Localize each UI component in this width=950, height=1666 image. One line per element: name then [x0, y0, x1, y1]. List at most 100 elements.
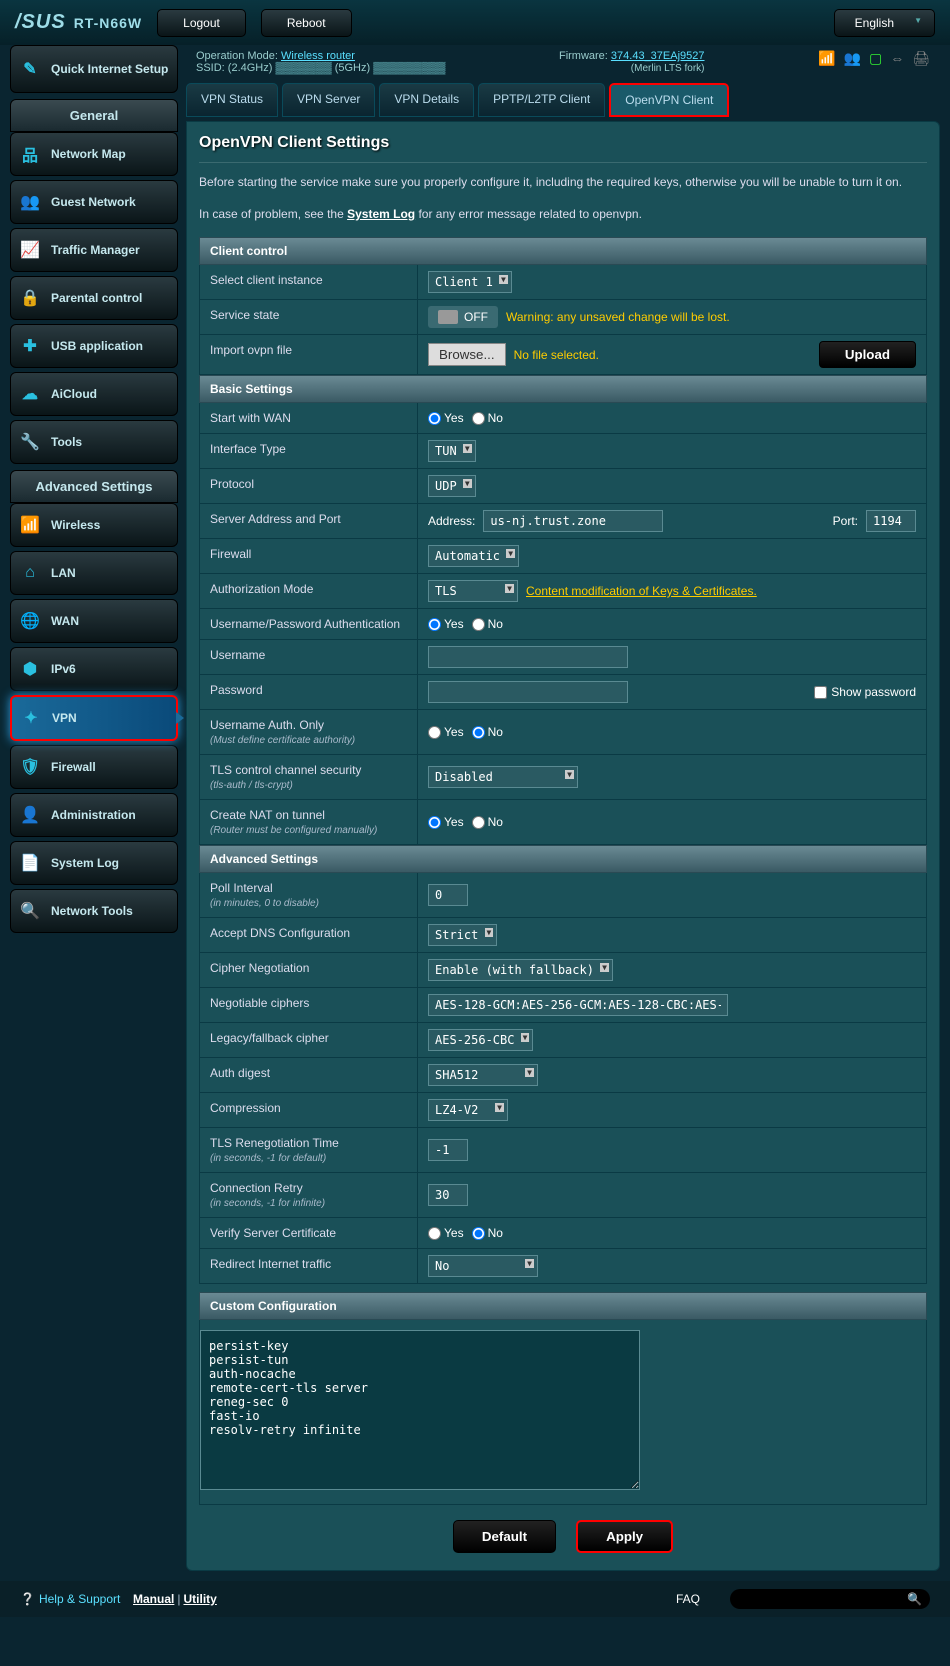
label-authdigest: Auth digest	[200, 1058, 418, 1092]
tab-pptp-client[interactable]: PPTP/L2TP Client	[478, 83, 605, 117]
negciphers-input[interactable]	[428, 994, 728, 1016]
authdigest-select[interactable]: SHA512	[428, 1064, 538, 1086]
sidebar-traffic-manager[interactable]: 📈 Traffic Manager	[10, 228, 178, 272]
sidebar-label: Traffic Manager	[51, 243, 140, 257]
protocol-select[interactable]: UDP	[428, 475, 476, 497]
redirect-select[interactable]: No	[428, 1255, 538, 1277]
nat-no[interactable]: No	[472, 815, 503, 829]
show-password-check[interactable]: Show password	[814, 685, 916, 699]
service-toggle[interactable]: OFF	[428, 306, 498, 328]
password-input[interactable]	[428, 681, 628, 703]
client-instance-select[interactable]: Client 1	[428, 271, 512, 293]
sidebar-guest-network[interactable]: 👥Guest Network	[10, 180, 178, 224]
label-firewall: Firewall	[200, 539, 418, 573]
start-wan-yes[interactable]: Yes	[428, 411, 464, 425]
quick-setup-button[interactable]: ✎ Quick Internet Setup	[10, 45, 178, 93]
sidebar-administration[interactable]: 👤Administration	[10, 793, 178, 837]
userpass-no[interactable]: No	[472, 617, 503, 631]
address-input[interactable]	[483, 510, 663, 532]
sidebar-lan[interactable]: ⌂LAN	[10, 551, 178, 595]
default-button[interactable]: Default	[453, 1520, 556, 1553]
keys-link[interactable]: Content modification of Keys & Certifica…	[526, 584, 757, 598]
label-server-addr: Server Address and Port	[200, 504, 418, 538]
nat-yes[interactable]: Yes	[428, 815, 464, 829]
verify-no[interactable]: No	[472, 1226, 503, 1240]
log-icon: 📄	[19, 852, 41, 874]
compression-select[interactable]: LZ4-V2	[428, 1099, 508, 1121]
tabs: VPN Status VPN Server VPN Details PPTP/L…	[186, 83, 940, 117]
sidebar-aicloud[interactable]: ☁AiCloud	[10, 372, 178, 416]
label-start-wan: Start with WAN	[200, 403, 418, 433]
sidebar-wireless[interactable]: 📶Wireless	[10, 503, 178, 547]
sidebar-parental[interactable]: 🔒Parental control	[10, 276, 178, 320]
username-input[interactable]	[428, 646, 628, 668]
system-log-link[interactable]: System Log	[347, 207, 415, 221]
tlsctrl-select[interactable]: Disabled	[428, 766, 578, 788]
utility-link[interactable]: Utility	[183, 1592, 216, 1606]
sidebar-system-log[interactable]: 📄System Log	[10, 841, 178, 885]
sidebar-label: WAN	[51, 614, 79, 628]
upload-button[interactable]: Upload	[819, 341, 916, 368]
tab-vpn-status[interactable]: VPN Status	[186, 83, 278, 117]
sidebar-label: Quick Internet Setup	[51, 62, 168, 76]
verify-yes[interactable]: Yes	[428, 1226, 464, 1240]
cloud-icon: ☁	[19, 383, 41, 405]
tools-icon: 🔍	[19, 900, 41, 922]
sidebar-network-tools[interactable]: 🔍Network Tools	[10, 889, 178, 933]
iface-select[interactable]: TUN	[428, 440, 476, 462]
label-password: Password	[200, 675, 418, 709]
sidebar-tools[interactable]: 🔧 Tools	[10, 420, 178, 464]
traffic-icon: 📈	[19, 239, 41, 261]
label-tlsctrl: TLS control channel security(tls-auth / …	[200, 755, 418, 799]
admin-icon: 👤	[19, 804, 41, 826]
firewall-select[interactable]: Automatic	[428, 545, 519, 567]
poll-input[interactable]	[428, 884, 468, 906]
userauth-yes[interactable]: Yes	[428, 725, 464, 739]
apply-button[interactable]: Apply	[576, 1520, 673, 1553]
tab-vpn-details[interactable]: VPN Details	[379, 83, 474, 117]
dns-select[interactable]: Strict	[428, 924, 497, 946]
wrench-icon: 🔧	[19, 431, 41, 453]
authmode-select[interactable]: TLS	[428, 580, 518, 602]
sidebar-usb[interactable]: ✚USB application	[10, 324, 178, 368]
start-wan-no[interactable]: No	[472, 411, 503, 425]
label-verifycert: Verify Server Certificate	[200, 1218, 418, 1248]
sidebar-label: Network Map	[51, 147, 126, 161]
connretry-input[interactable]	[428, 1184, 468, 1206]
legacy-select[interactable]: AES-256-CBC	[428, 1029, 533, 1051]
sidebar-label: Tools	[51, 435, 82, 449]
guest-icon: 👥	[19, 191, 41, 213]
custom-config-textarea[interactable]	[200, 1330, 640, 1490]
label-import: Import ovpn file	[200, 335, 418, 374]
help-link[interactable]: Help & Support	[39, 1592, 120, 1606]
userauth-no[interactable]: No	[472, 725, 503, 739]
userpass-yes[interactable]: Yes	[428, 617, 464, 631]
service-warning: Warning: any unsaved change will be lost…	[506, 310, 730, 324]
globe-icon: 🌐	[19, 610, 41, 632]
cipherneg-select[interactable]: Enable (with fallback)	[428, 959, 613, 981]
label-nat: Create NAT on tunnel(Router must be conf…	[200, 800, 418, 844]
panel-title: OpenVPN Client Settings	[199, 134, 927, 163]
port-input[interactable]	[866, 510, 916, 532]
sidebar-firewall[interactable]: 🛡Firewall	[10, 745, 178, 789]
faq-link[interactable]: FAQ	[676, 1592, 700, 1606]
sidebar-label: Wireless	[51, 518, 100, 532]
tlsreneg-input[interactable]	[428, 1139, 468, 1161]
label-legacy: Legacy/fallback cipher	[200, 1023, 418, 1057]
sidebar-network-map[interactable]: 品Network Map	[10, 132, 178, 176]
reboot-button[interactable]: Reboot	[261, 9, 352, 37]
sidebar-vpn[interactable]: ✦VPN	[10, 695, 178, 741]
firmware-link[interactable]: 374.43_37EAj9527	[611, 50, 705, 62]
shield-icon: 🛡	[19, 756, 41, 778]
browse-button[interactable]: Browse...	[428, 343, 506, 366]
language-select[interactable]: English	[834, 9, 935, 37]
tab-openvpn-client[interactable]: OpenVPN Client	[609, 83, 729, 117]
tab-vpn-server[interactable]: VPN Server	[282, 83, 375, 117]
search-box[interactable]: 🔍	[730, 1589, 930, 1609]
sidebar-wan[interactable]: 🌐 WAN	[10, 599, 178, 643]
logout-button[interactable]: Logout	[157, 9, 246, 37]
opmode-link[interactable]: Wireless router	[281, 50, 355, 62]
manual-link[interactable]: Manual	[133, 1592, 174, 1606]
sidebar-ipv6[interactable]: ⬢IPv6	[10, 647, 178, 691]
wizard-icon: ✎	[19, 58, 41, 80]
